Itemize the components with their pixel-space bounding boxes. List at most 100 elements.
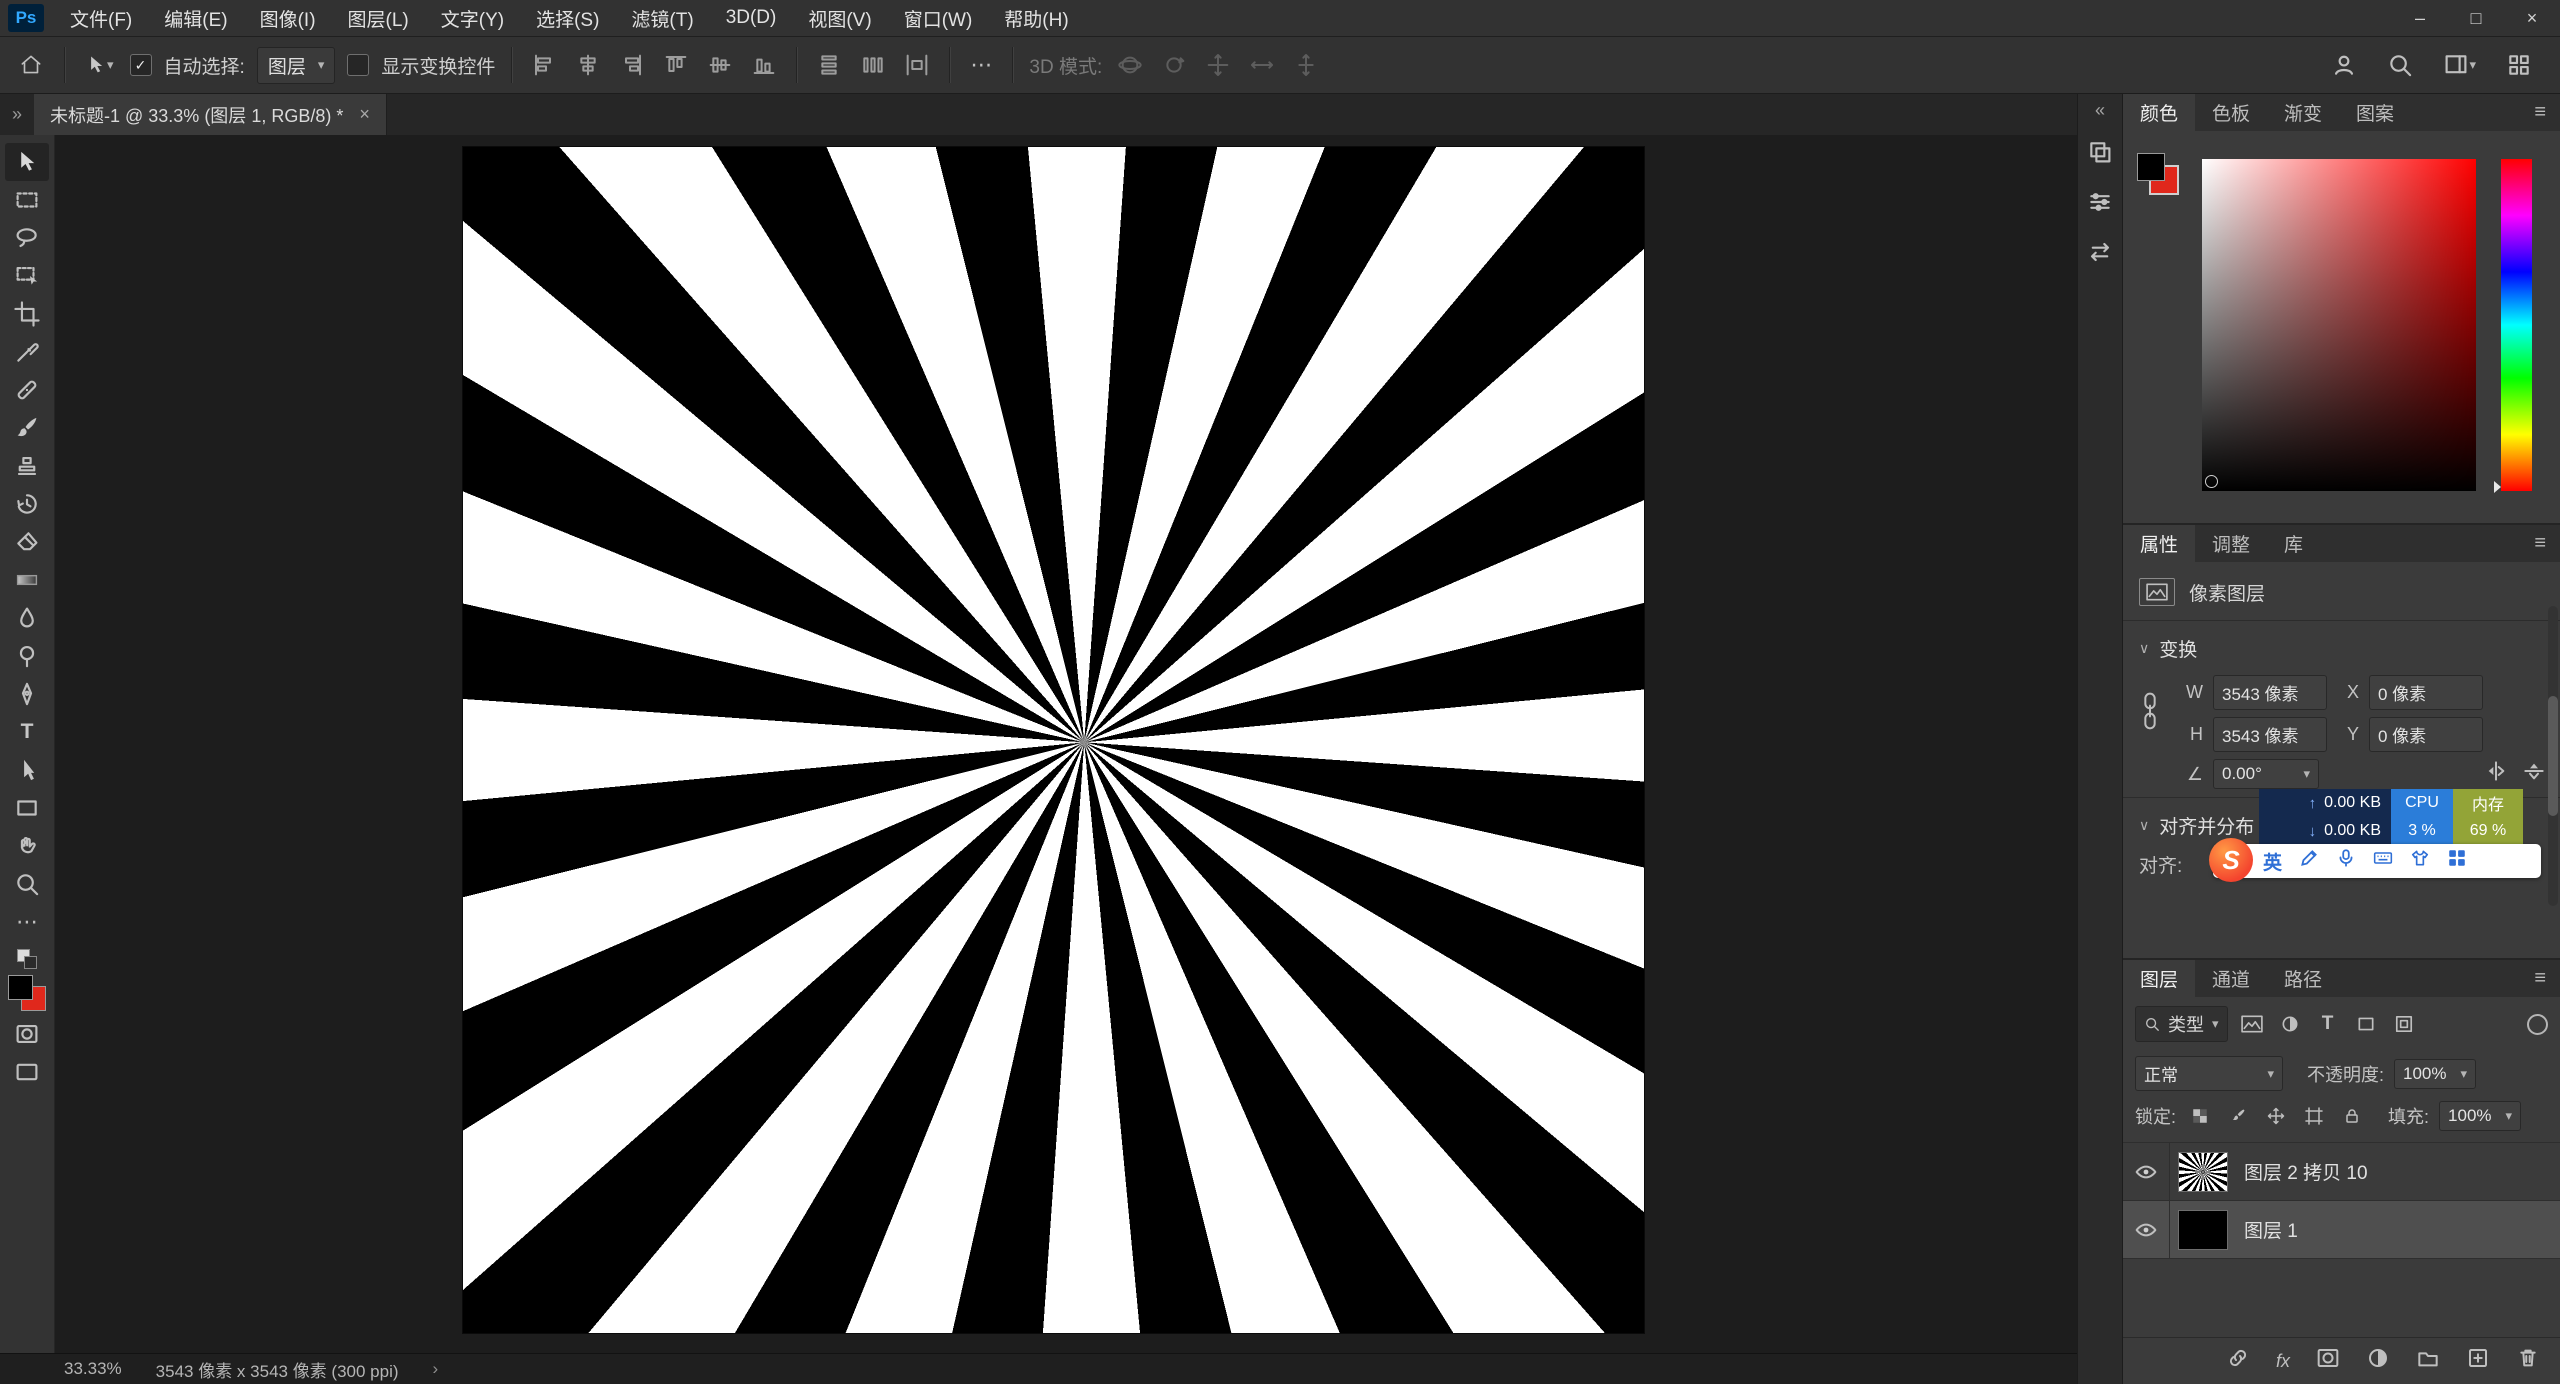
show-transform-checkbox[interactable]: [347, 54, 369, 76]
foreground-background-colors[interactable]: [8, 975, 46, 1011]
tab-layers[interactable]: 图层: [2123, 960, 2195, 997]
ime-keyboard-icon[interactable]: [2373, 848, 2393, 874]
filter-adjustment-layers-icon[interactable]: [2276, 1011, 2304, 1037]
distribute-horizontal-icon[interactable]: [857, 51, 889, 79]
menu-item-window[interactable]: 窗口(W): [888, 0, 989, 36]
ime-mic-icon[interactable]: [2336, 848, 2356, 874]
tab-close-icon[interactable]: ×: [359, 104, 370, 125]
transform-section-header[interactable]: ∨ 变换: [2123, 629, 2560, 668]
edit-toolbar-icon[interactable]: ⋯: [5, 903, 49, 941]
panel-menu-icon[interactable]: ≡: [2534, 94, 2560, 131]
align-top-edges-icon[interactable]: [660, 51, 692, 79]
auto-select-checkbox[interactable]: ✓: [130, 54, 152, 76]
hue-slider-marker[interactable]: [2494, 481, 2501, 493]
align-bottom-edges-icon[interactable]: [748, 51, 780, 79]
new-layer-icon[interactable]: [2466, 1346, 2490, 1376]
default-colors-icon[interactable]: [17, 949, 37, 969]
lock-position-icon[interactable]: [2262, 1103, 2290, 1129]
tool-pen[interactable]: [5, 675, 49, 713]
menu-item-layer[interactable]: 图层(L): [332, 0, 425, 36]
tab-properties[interactable]: 属性: [2123, 525, 2195, 562]
tab-overflow-icon[interactable]: »: [0, 94, 34, 135]
layer-name[interactable]: 图层 2 拷贝 10: [2244, 1158, 2368, 1185]
tab-patterns[interactable]: 图案: [2339, 94, 2411, 131]
ime-toolbox-icon[interactable]: [2447, 848, 2467, 874]
lock-all-icon[interactable]: [2338, 1103, 2366, 1129]
menu-item-edit[interactable]: 编辑(E): [148, 0, 243, 36]
layer-filter-type-dropdown[interactable]: 类型 ▾: [2135, 1006, 2228, 1042]
ime-language-toggle[interactable]: 英: [2263, 848, 2282, 875]
auto-select-target-dropdown[interactable]: 图层 ▾: [257, 47, 336, 84]
tab-color[interactable]: 颜色: [2123, 94, 2195, 131]
tool-history-brush[interactable]: [5, 485, 49, 523]
canvas-image[interactable]: [463, 147, 1644, 1333]
menu-item-image[interactable]: 图像(I): [244, 0, 332, 36]
height-field[interactable]: 3543 像素: [2213, 717, 2327, 752]
flip-horizontal-icon[interactable]: [2484, 759, 2508, 789]
tool-gradient[interactable]: [5, 561, 49, 599]
hue-slider[interactable]: [2501, 159, 2532, 491]
y-field[interactable]: 0 像素: [2369, 717, 2483, 752]
width-field[interactable]: 3543 像素: [2213, 675, 2327, 710]
panel-foreground-swatch[interactable]: [2137, 153, 2165, 181]
quick-mask-icon[interactable]: [5, 1015, 49, 1053]
maximize-button[interactable]: □: [2448, 0, 2504, 36]
close-button[interactable]: ×: [2504, 0, 2560, 36]
x-field[interactable]: 0 像素: [2369, 675, 2483, 710]
panel-menu-icon[interactable]: ≡: [2534, 525, 2560, 562]
blend-mode-dropdown[interactable]: 正常 ▾: [2135, 1056, 2283, 1091]
layer-thumbnail[interactable]: [2178, 1152, 2228, 1192]
link-dimensions-icon[interactable]: [2139, 691, 2161, 737]
tool-spot-healing-brush[interactable]: [5, 371, 49, 409]
menu-item-select[interactable]: 选择(S): [520, 0, 615, 36]
tool-lasso[interactable]: [5, 219, 49, 257]
tool-move[interactable]: [5, 143, 49, 181]
dock-panel-icon-2[interactable]: [2087, 189, 2113, 221]
fill-field[interactable]: 100% ▾: [2439, 1101, 2521, 1131]
tool-brush[interactable]: [5, 409, 49, 447]
menu-item-file[interactable]: 文件(F): [54, 0, 148, 36]
foreground-color-swatch[interactable]: [8, 975, 33, 1000]
dock-panel-icon-3[interactable]: [2087, 239, 2113, 271]
search-icon[interactable]: [2383, 50, 2417, 80]
workspace-switcher-icon[interactable]: ▾: [2439, 50, 2480, 80]
panel-menu-icon[interactable]: ≡: [2534, 960, 2560, 997]
layer-thumbnail[interactable]: [2178, 1210, 2228, 1250]
align-horizontal-centers-icon[interactable]: [572, 51, 604, 79]
extras-grid-icon[interactable]: [2502, 50, 2536, 80]
minimize-button[interactable]: –: [2392, 0, 2448, 36]
align-left-edges-icon[interactable]: [528, 51, 560, 79]
filter-toggle-icon[interactable]: [2527, 1014, 2548, 1035]
tool-eraser[interactable]: [5, 523, 49, 561]
tool-eyedropper[interactable]: [5, 333, 49, 371]
dock-expand-icon[interactable]: «: [2095, 100, 2105, 121]
filter-pixel-layers-icon[interactable]: [2238, 1011, 2266, 1037]
lock-transparent-pixels-icon[interactable]: [2186, 1103, 2214, 1129]
delete-layer-icon[interactable]: [2516, 1346, 2540, 1376]
user-account-icon[interactable]: [2327, 50, 2361, 80]
panel-scrollbar[interactable]: [2548, 606, 2558, 906]
tab-swatches[interactable]: 色板: [2195, 94, 2267, 131]
rotation-angle-field[interactable]: 0.00° ▾: [2213, 759, 2319, 789]
menu-item-view[interactable]: 视图(V): [792, 0, 887, 36]
align-vertical-centers-icon[interactable]: [704, 51, 736, 79]
document-tab[interactable]: 未标题-1 @ 33.3% (图层 1, RGB/8) * ×: [34, 94, 387, 135]
add-layer-mask-icon[interactable]: [2316, 1346, 2340, 1376]
zoom-level[interactable]: 33.33%: [64, 1359, 122, 1379]
tab-paths[interactable]: 路径: [2267, 960, 2339, 997]
tab-channels[interactable]: 通道: [2195, 960, 2267, 997]
lock-artboard-icon[interactable]: [2300, 1103, 2328, 1129]
layer-name[interactable]: 图层 1: [2244, 1216, 2298, 1243]
link-layers-icon[interactable]: [2226, 1346, 2250, 1376]
menu-item-3d[interactable]: 3D(D): [710, 0, 793, 36]
tool-rectangular-marquee[interactable]: [5, 181, 49, 219]
menu-item-type[interactable]: 文字(Y): [425, 0, 520, 36]
layer-style-icon[interactable]: fx: [2276, 1351, 2290, 1372]
saturation-brightness-field[interactable]: [2202, 159, 2476, 491]
new-group-icon[interactable]: [2416, 1346, 2440, 1376]
visibility-toggle[interactable]: [2123, 1143, 2170, 1200]
scrollbar-thumb[interactable]: [2548, 696, 2558, 816]
distribute-vertical-icon[interactable]: [813, 51, 845, 79]
dock-panel-icon-1[interactable]: [2087, 139, 2113, 171]
tab-gradients[interactable]: 渐变: [2267, 94, 2339, 131]
